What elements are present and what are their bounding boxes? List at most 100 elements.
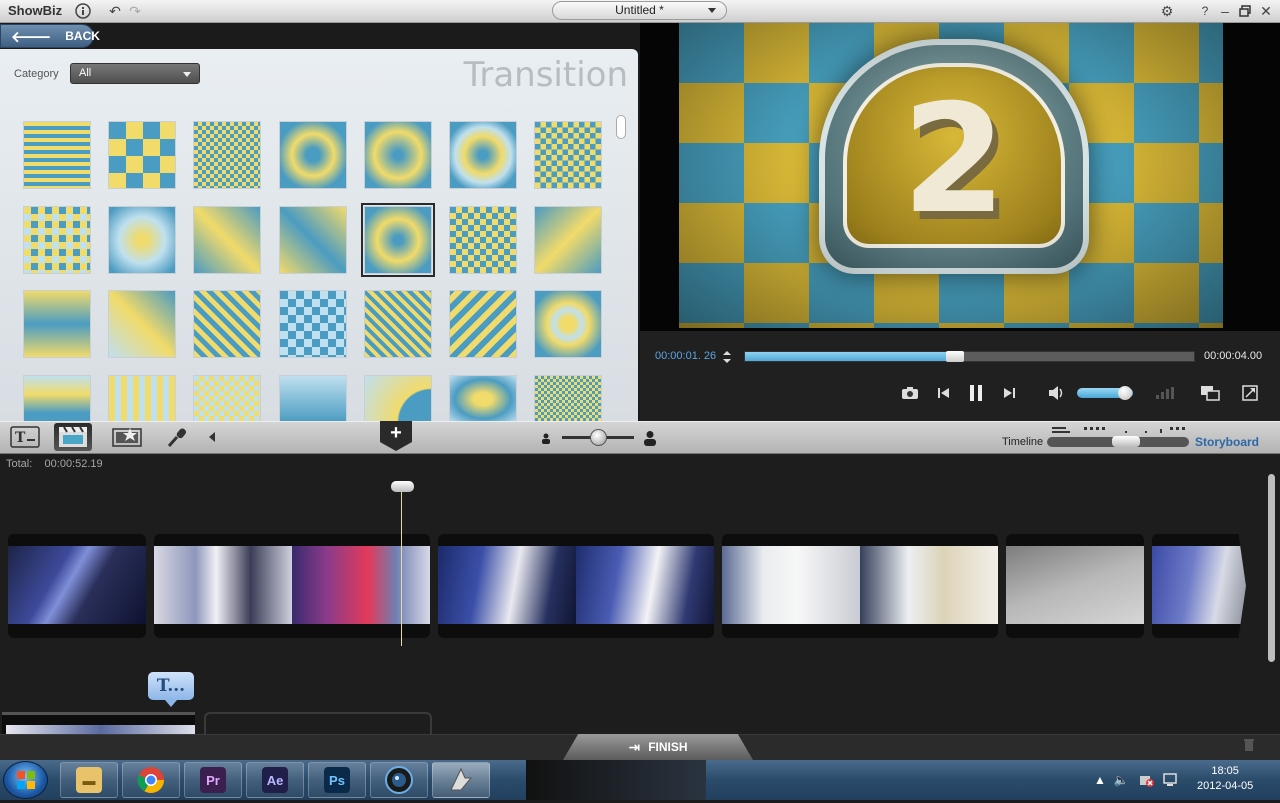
playhead-line	[401, 490, 402, 646]
tray-display-icon[interactable]	[1162, 772, 1178, 788]
transition-thumb-x-wipe[interactable]	[193, 205, 262, 274]
playhead-handle[interactable]	[391, 481, 414, 492]
undo-icon[interactable]: ↶	[106, 2, 124, 20]
transition-thumb-x-wipe-2[interactable]	[278, 205, 347, 274]
zoom-knob[interactable]	[590, 429, 607, 446]
transition-thumb-circle-radial[interactable]	[278, 121, 347, 189]
back-button[interactable]: 🡐 BACK	[0, 24, 100, 48]
seek-bar-progress	[745, 352, 952, 361]
transition-thumb-burst[interactable]	[449, 374, 517, 421]
taskbar-explorer[interactable]: ▬	[60, 762, 118, 798]
transition-thumb-checker-dissolve[interactable]	[534, 121, 603, 189]
taskbar-after-effects[interactable]: Ae	[246, 762, 304, 798]
title-tool-button[interactable]: T	[6, 423, 44, 451]
next-frame-icon[interactable]	[997, 381, 1021, 405]
transition-thumb-checkerboard-fine[interactable]	[193, 121, 262, 189]
transition-thumb-horizontal-stripes[interactable]	[23, 121, 91, 189]
finish-button[interactable]: ⇥ FINISH	[563, 734, 753, 760]
transition-thumb-square-iris[interactable]	[363, 121, 432, 189]
zoom-in-person-icon[interactable]	[642, 430, 658, 446]
tray-expand-icon[interactable]: ▲	[1092, 772, 1108, 788]
transition-thumb-radial-soft[interactable]	[278, 374, 347, 421]
zoom-out-person-icon[interactable]	[541, 433, 551, 444]
transition-thumb-circle-iris[interactable]	[449, 121, 517, 189]
taskbar-premiere[interactable]: Pr	[184, 762, 242, 798]
transition-thumb-diagonal-checker[interactable]	[193, 290, 262, 358]
seek-handle[interactable]	[946, 351, 964, 362]
transition-thumb-vertical-bars[interactable]	[108, 374, 177, 421]
previous-frame-icon[interactable]	[932, 381, 956, 405]
close-icon[interactable]: ✕	[1257, 2, 1275, 20]
transition-thumb-checker-small[interactable]	[449, 205, 517, 274]
info-icon[interactable]	[74, 2, 92, 20]
library-scrollbar[interactable]	[616, 115, 626, 139]
help-icon[interactable]: ?	[1196, 2, 1214, 20]
taskbar-showbiz[interactable]	[432, 762, 490, 798]
minimize-icon[interactable]: –	[1216, 2, 1234, 20]
transition-thumb-diamond-lattice[interactable]	[363, 290, 432, 358]
transition-tool-button[interactable]	[54, 423, 92, 451]
tray-volume-icon[interactable]: 🔈	[1113, 772, 1129, 788]
transition-thumb-nested-squares[interactable]	[534, 290, 603, 358]
transition-thumb-pixel-dissolve[interactable]	[534, 374, 603, 421]
document-title-dropdown[interactable]: Untitled *	[552, 1, 727, 20]
volume-knob[interactable]	[1118, 386, 1132, 400]
video-clip[interactable]	[8, 534, 146, 638]
app-name: ShowBiz	[8, 3, 63, 18]
transition-library: Category All Transition	[0, 49, 638, 421]
video-clip[interactable]	[154, 534, 430, 638]
video-clip[interactable]	[1152, 534, 1246, 638]
title-track-button[interactable]: T...	[148, 672, 194, 707]
timeline-view-label[interactable]: Timeline	[1002, 436, 1043, 448]
storyboard-view-label[interactable]: Storyboard	[1195, 435, 1259, 449]
dual-screen-icon[interactable]	[1198, 381, 1222, 405]
taskbar-photoshop[interactable]: Ps	[308, 762, 366, 798]
settings-gear-icon[interactable]: ⚙	[1158, 2, 1176, 20]
preview-vignette	[679, 23, 1223, 328]
category-select[interactable]: All	[70, 63, 200, 84]
video-clip[interactable]	[438, 534, 714, 638]
time-spinner-icon[interactable]	[722, 350, 732, 364]
effect-tool-button[interactable]	[108, 423, 146, 451]
volume-icon[interactable]	[1045, 381, 1069, 405]
video-clip[interactable]	[722, 534, 998, 638]
empty-title-slot[interactable]	[204, 712, 432, 734]
total-label: Total:	[6, 458, 33, 470]
transition-thumb-page-peel[interactable]	[363, 374, 432, 421]
start-button[interactable]	[3, 761, 48, 799]
tray-network-warning-icon[interactable]	[1139, 772, 1155, 788]
video-clip[interactable]	[1006, 534, 1144, 638]
camera-lens-icon	[385, 766, 413, 794]
snapshot-camera-icon[interactable]	[898, 381, 922, 405]
current-time[interactable]: 00:00:01. 26	[655, 350, 716, 362]
storyboard-scrollbar[interactable]	[1268, 474, 1275, 662]
transition-thumb-checkerboard-large[interactable]	[108, 121, 177, 189]
trash-icon[interactable]	[1243, 737, 1257, 753]
transition-thumb-box-in-selected[interactable]	[360, 202, 435, 277]
quality-bars-icon[interactable]	[1154, 381, 1178, 405]
tool-scroll-left-icon[interactable]	[204, 423, 220, 451]
transition-thumb-random-blocks[interactable]	[23, 205, 91, 274]
voiceover-microphone-icon[interactable]	[158, 423, 196, 451]
view-mode-knob[interactable]	[1112, 436, 1140, 447]
fullscreen-icon[interactable]	[1238, 381, 1262, 405]
transition-thumb-checker-soft[interactable]	[278, 290, 347, 358]
transition-thumb-cross-diamond[interactable]	[108, 205, 177, 274]
transition-thumb-x-lattice[interactable]	[449, 290, 517, 358]
transition-thumb-x-cross[interactable]	[108, 290, 177, 358]
clock-date: 2012-04-05	[1197, 780, 1254, 792]
pause-icon[interactable]	[964, 381, 988, 405]
taskbar-chrome[interactable]	[122, 762, 180, 798]
chevron-down-icon	[708, 8, 716, 13]
redo-icon[interactable]: ↷	[126, 2, 144, 20]
restore-icon[interactable]	[1236, 2, 1254, 20]
transition-thumb-x-soft[interactable]	[534, 205, 603, 274]
arrow-left-icon: 🡐	[11, 28, 52, 46]
system-clock[interactable]: 18:05 2012-04-05	[1197, 764, 1253, 794]
taskbar-camera-app[interactable]	[370, 762, 428, 798]
transition-thumb-diamond-wipe[interactable]	[23, 290, 91, 358]
title-clip[interactable]	[2, 712, 195, 734]
transition-thumb-checker-tiny[interactable]	[193, 374, 262, 421]
view-scale-icon	[1050, 425, 1190, 435]
transition-thumb-stripes-soft[interactable]	[23, 374, 91, 421]
